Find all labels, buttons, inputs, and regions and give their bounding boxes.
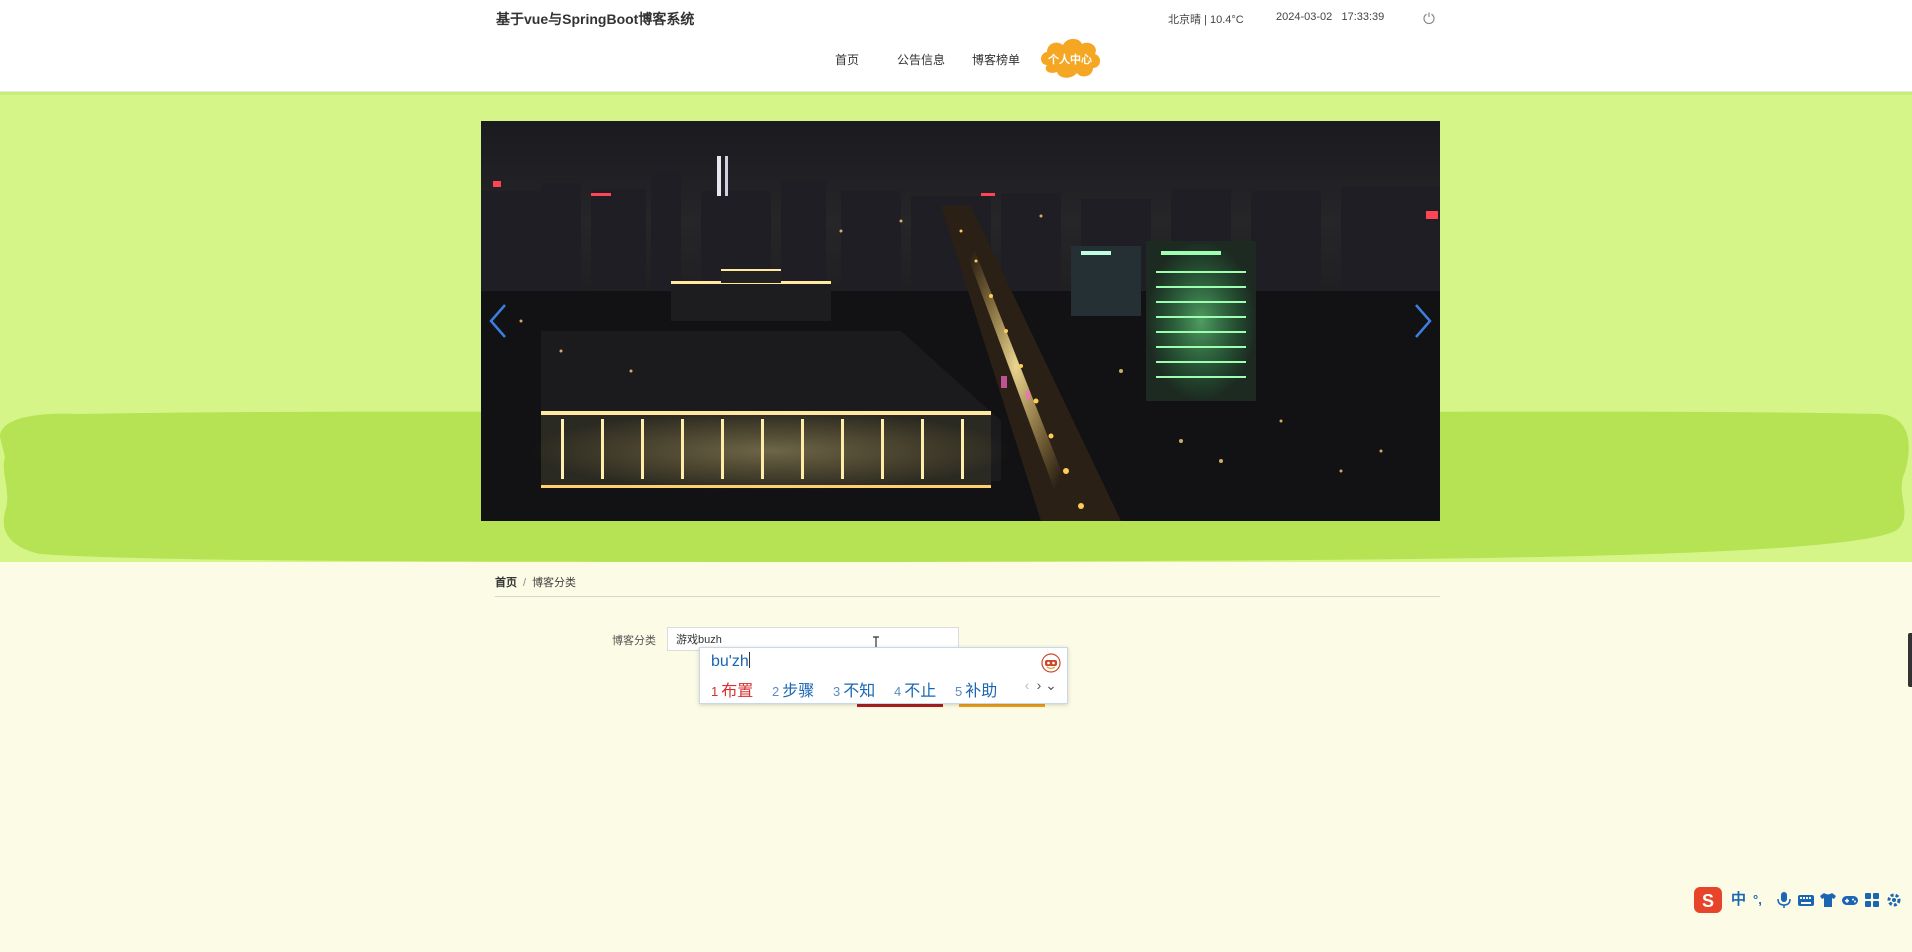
side-drawer-tab[interactable] <box>1908 633 1912 687</box>
ime-pinyin-text: bu'zh <box>711 653 749 670</box>
ime-prev-page-button[interactable]: ‹ <box>1021 677 1033 693</box>
ime-next-page-button[interactable]: › <box>1033 677 1045 693</box>
ime-page-nav: ‹ › ⌄ <box>1021 677 1057 694</box>
settings-gear-icon[interactable] <box>1885 891 1903 909</box>
carousel-slide-image <box>481 121 1440 521</box>
chevron-right-icon <box>1415 304 1432 338</box>
power-icon[interactable] <box>1422 11 1436 25</box>
nav-home[interactable]: 首页 <box>835 51 859 68</box>
grid-apps-icon[interactable] <box>1863 891 1881 909</box>
category-label: 博客分类 <box>612 635 656 647</box>
image-carousel[interactable] <box>481 121 1440 521</box>
breadcrumb: 首页 / 博客分类 <box>495 574 1440 597</box>
nav-personal-center[interactable]: 个人中心 <box>1037 35 1103 83</box>
keyboard-icon[interactable] <box>1797 891 1815 909</box>
ime-caret <box>748 652 750 668</box>
ime-candidate[interactable]: 2 步骤 <box>772 677 814 701</box>
gamepad-icon[interactable] <box>1841 891 1859 909</box>
nav-notice[interactable]: 公告信息 <box>897 51 945 68</box>
ime-lang-toggle[interactable]: 中 <box>1731 891 1749 909</box>
main-nav: 首页 公告信息 博客榜单 个人中心 <box>0 38 1912 78</box>
ime-pinyin-composition: bu'zh <box>711 652 750 671</box>
time: 17:33:39 <box>1341 11 1385 23</box>
breadcrumb-separator: / <box>523 577 527 589</box>
ime-expand-button[interactable]: ⌄ <box>1045 677 1057 694</box>
sogou-logo-icon[interactable]: S <box>1693 885 1723 915</box>
ime-toolbar: S 中 °, <box>1693 882 1912 918</box>
nav-blog-list[interactable]: 博客榜单 <box>972 51 1020 68</box>
ime-candidate-popup: bu'zh 1 布置 2 步骤 3 不知 4 不止 5 补助 ‹ › ⌄ <box>699 647 1068 704</box>
date: 2024-03-02 <box>1276 11 1333 23</box>
chevron-left-icon <box>489 304 506 338</box>
hero-banner <box>0 92 1912 562</box>
weather-info: 北京晴 | 10.4°C <box>1168 14 1244 26</box>
site-title: 基于vue与SpringBoot博客系统 <box>496 11 695 27</box>
carousel-prev-button[interactable] <box>485 301 515 341</box>
datetime: 2024-03-02 17:33:39 <box>1276 11 1384 23</box>
skin-shirt-icon[interactable] <box>1819 891 1837 909</box>
breadcrumb-home[interactable]: 首页 <box>495 577 517 589</box>
sogou-mascot-icon[interactable] <box>1041 653 1061 673</box>
header: 基于vue与SpringBoot博客系统 北京晴 | 10.4°C 2024-0… <box>0 0 1912 92</box>
breadcrumb-current: 博客分类 <box>532 577 577 589</box>
carousel-next-button[interactable] <box>1406 301 1436 341</box>
ime-candidate[interactable]: 3 不知 <box>833 677 875 701</box>
ime-candidate[interactable]: 5 补助 <box>955 677 997 701</box>
microphone-icon[interactable] <box>1775 891 1793 909</box>
svg-text:S: S <box>1702 891 1714 911</box>
nav-personal-label: 个人中心 <box>1048 54 1092 66</box>
ime-punct-toggle[interactable]: °, <box>1753 891 1771 909</box>
ime-candidate[interactable]: 1 布置 <box>711 677 753 701</box>
ime-candidate[interactable]: 4 不止 <box>894 677 936 701</box>
